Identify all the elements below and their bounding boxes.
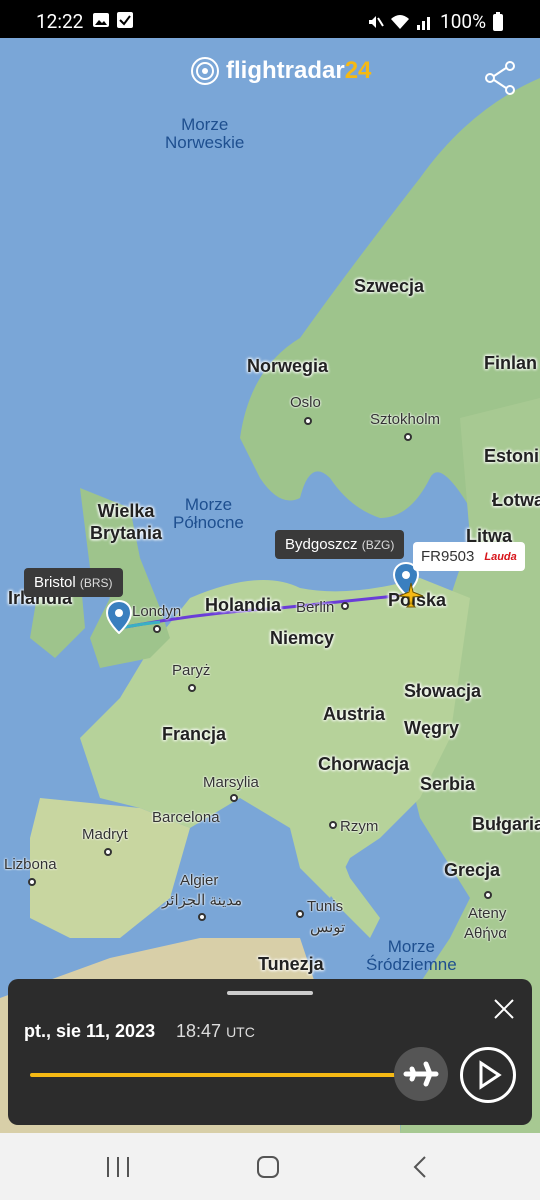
status-time: 12:22 — [36, 10, 84, 33]
status-bar: 12:22 100% — [0, 0, 540, 42]
playback-date: pt., sie 11, 2023 — [24, 1021, 156, 1041]
city-marseille: Marsylia — [203, 774, 259, 791]
battery-text: 100% — [440, 10, 486, 33]
logo-accent: 24 — [344, 57, 372, 84]
country-label-bulgaria: Bułgaria — [472, 814, 540, 834]
city-dot — [296, 910, 304, 918]
home-icon[interactable] — [253, 1153, 283, 1181]
origin-pin-icon[interactable] — [106, 600, 132, 634]
destination-tooltip[interactable]: Bydgoszcz (BZG) — [275, 530, 405, 559]
country-label-finland: Finlan — [484, 353, 537, 373]
destination-name: Bydgoszcz — [285, 536, 358, 553]
city-berlin: Berlin — [296, 599, 335, 616]
sea-label-med: Morze Śródziemne — [366, 937, 457, 974]
city-dot — [153, 625, 161, 633]
country-label-germany: Niemcy — [270, 628, 335, 648]
play-icon — [479, 1060, 502, 1090]
recents-icon[interactable] — [103, 1153, 133, 1181]
city-lisbon: Lizbona — [4, 856, 57, 873]
country-label-norway: Norwegia — [247, 356, 329, 376]
wifi-icon — [391, 14, 410, 29]
city-dot — [188, 684, 196, 692]
country-label-sweden: Szwecja — [354, 276, 425, 296]
playback-time: 18:47 UTC — [176, 1021, 255, 1042]
plane-icon — [403, 1061, 439, 1087]
country-label-uk: Wielka Brytania — [90, 501, 163, 543]
country-label-estonia: Estoni — [484, 446, 540, 466]
battery-icon — [493, 11, 503, 31]
city-rome: Rzym — [340, 818, 379, 835]
city-stockholm: Sztokholm — [370, 411, 441, 428]
origin-name: Bristol — [34, 574, 76, 591]
city-dot — [198, 913, 206, 921]
origin-tooltip[interactable]: Bristol (BRS) — [24, 568, 123, 597]
country-label-france: Francja — [162, 724, 227, 744]
country-label-croatia: Chorwacja — [318, 754, 410, 774]
radar-icon — [191, 57, 219, 85]
city-oslo: Oslo — [290, 394, 321, 411]
mute-icon — [369, 15, 384, 28]
map-view[interactable]: Morze Norweskie Morze Północne Morze Śródzi… — [0, 38, 540, 1133]
airline-logo-icon: Lauda — [484, 550, 517, 563]
sea-label-norwegian: Morze Norweskie — [165, 115, 245, 152]
city-dot — [341, 602, 349, 610]
city-athens-gr: Αθήνα — [464, 925, 507, 942]
country-label-tunisia: Tunezja — [258, 954, 324, 974]
destination-code: (BZG) — [361, 538, 395, 552]
country-label-netherlands: Holandia — [205, 595, 282, 615]
city-dot — [329, 821, 337, 829]
app-logo: flightradar24 — [190, 56, 371, 86]
city-algiers: Algier — [180, 872, 219, 889]
city-dot — [484, 891, 492, 899]
time-value: 18:47 — [176, 1021, 222, 1041]
share-icon[interactable] — [482, 60, 518, 96]
city-dot — [304, 417, 312, 425]
progress-knob[interactable] — [394, 1047, 448, 1101]
city-barcelona: Barcelona — [152, 809, 220, 826]
country-label-austria: Austria — [323, 704, 386, 724]
aircraft-icon[interactable] — [398, 582, 424, 608]
time-zone: UTC — [226, 1024, 255, 1040]
country-label-serbia: Serbia — [420, 774, 476, 794]
city-athens: Ateny — [468, 905, 507, 922]
city-algiers-ar: مدينة الجزائر — [162, 892, 243, 909]
drag-handle[interactable] — [227, 991, 313, 995]
status-right: 100% — [366, 10, 504, 33]
city-dot — [28, 878, 36, 886]
back-icon[interactable] — [405, 1153, 435, 1181]
flight-tag[interactable]: FR9503 Lauda — [413, 542, 525, 571]
city-paris: Paryż — [172, 662, 211, 679]
playback-panel[interactable]: pt., sie 11, 2023 18:47 UTC — [8, 979, 532, 1125]
country-label-latvia: Łotwa — [492, 490, 540, 510]
origin-code: (BRS) — [79, 576, 113, 590]
signal-icon — [417, 16, 431, 30]
city-madrid: Madryt — [82, 826, 128, 843]
city-tunis: Tunis — [307, 898, 344, 915]
city-dot — [404, 433, 412, 441]
progress-track[interactable] — [30, 1073, 413, 1077]
city-tunis-ar: تونس — [310, 919, 346, 936]
play-button[interactable] — [460, 1047, 516, 1103]
country-label-slovakia: Słowacja — [404, 681, 482, 701]
system-nav-bar — [0, 1133, 540, 1200]
sea-label-north: Morze Północne — [173, 495, 244, 532]
close-icon[interactable] — [492, 997, 516, 1021]
flight-number: FR9503 — [421, 548, 475, 565]
city-dot — [230, 794, 238, 802]
city-dot — [104, 848, 112, 856]
checkbox-icon — [117, 12, 133, 28]
logo-text: flightradar — [226, 57, 345, 84]
country-label-greece: Grecja — [444, 860, 501, 880]
country-label-hungary: Węgry — [404, 718, 460, 738]
gallery-icon — [93, 13, 109, 27]
city-london: Londyn — [132, 603, 182, 620]
